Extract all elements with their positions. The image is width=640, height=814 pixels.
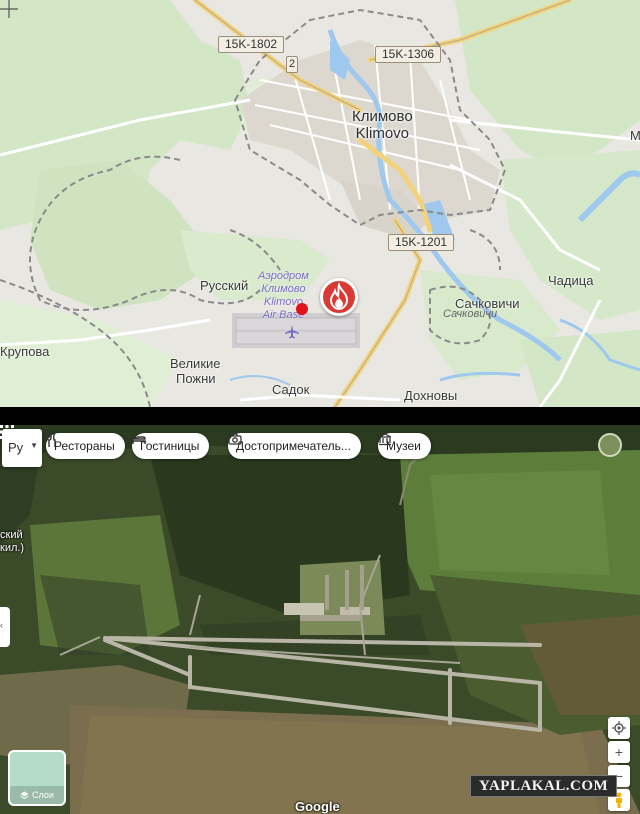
layers-icon bbox=[20, 791, 29, 799]
avatar[interactable] bbox=[598, 433, 622, 457]
crosshair-icon bbox=[0, 0, 18, 18]
my-location-button[interactable] bbox=[608, 717, 630, 739]
chip-hotels-label: Гостиницы bbox=[140, 439, 200, 453]
google-logo: Google bbox=[295, 799, 340, 814]
plus-icon: + bbox=[614, 744, 624, 760]
fork-knife-icon bbox=[46, 433, 56, 447]
chip-hotels[interactable]: Гостиницы bbox=[132, 433, 210, 459]
camera-icon bbox=[228, 433, 242, 445]
layers-caption: Слои bbox=[10, 786, 64, 804]
airplane-icon bbox=[285, 325, 299, 339]
apps-grid-icon[interactable] bbox=[0, 425, 14, 439]
airbase-label-line2: Климово bbox=[261, 283, 306, 295]
satellite-graphics bbox=[0, 425, 640, 814]
place-label-chaditsa[interactable]: Чадица bbox=[548, 273, 593, 288]
city-label-klimovo[interactable]: Климово Klimovo bbox=[352, 108, 413, 142]
target-icon bbox=[612, 721, 626, 735]
place-label-krupovka[interactable]: Крупова bbox=[0, 344, 49, 359]
museum-icon bbox=[378, 433, 392, 446]
watermark: YAPLAKAL.COM bbox=[470, 775, 618, 797]
place-label-edge-m: М bbox=[630, 128, 640, 143]
bed-icon bbox=[132, 434, 146, 444]
place-label-sachkovichi-alt: Сачковичи bbox=[443, 308, 498, 320]
road-shield-15k-1306: 15K-1306 bbox=[375, 46, 442, 63]
fire-icon bbox=[329, 281, 349, 311]
place-label-sadok[interactable]: Садок bbox=[272, 382, 309, 397]
place-label-russky[interactable]: Русский bbox=[200, 278, 248, 293]
place-label-velikie-line2: Пожни bbox=[176, 371, 216, 386]
zoom-in-button[interactable]: + bbox=[608, 741, 630, 763]
collapse-panel-tab[interactable]: ‹ bbox=[0, 607, 10, 647]
edge-place-label-line1: ский bbox=[0, 529, 23, 541]
edge-place-label-line2: кил.) bbox=[0, 542, 25, 554]
chip-attractions[interactable]: Достопримечатель... bbox=[228, 433, 361, 459]
layers-label: Слои bbox=[32, 790, 54, 800]
airbase-label-line1: Аэродром bbox=[258, 270, 309, 282]
place-label-velikie-line1: Великие bbox=[170, 356, 221, 371]
map-type-label: Ру bbox=[8, 440, 24, 455]
chip-restaurants[interactable]: Рестораны bbox=[46, 433, 125, 459]
place-label-velikie[interactable]: Великие Пожни bbox=[170, 356, 221, 386]
chip-attractions-label: Достопримечатель... bbox=[236, 439, 351, 453]
layers-button[interactable]: Слои bbox=[8, 750, 66, 806]
edge-place-label: ский кил.) bbox=[0, 529, 24, 555]
top-map[interactable]: 15K-1802 2 15K-1306 15K-1201 Климово Kli… bbox=[0, 0, 640, 407]
fire-marker[interactable] bbox=[320, 278, 358, 316]
chip-restaurants-label: Рестораны bbox=[54, 439, 115, 453]
location-dot[interactable] bbox=[296, 303, 308, 315]
top-map-graphics bbox=[0, 0, 640, 407]
place-label-dokhnovy[interactable]: Дохновы bbox=[404, 388, 457, 403]
chevron-left-icon: ‹ bbox=[0, 620, 3, 630]
chip-museums[interactable]: Музеи bbox=[378, 433, 431, 459]
road-shield-2: 2 bbox=[286, 56, 299, 73]
city-name-ru: Климово bbox=[352, 108, 413, 125]
city-name-en: Klimovo bbox=[355, 125, 410, 142]
satellite-map[interactable]: Ру ▼ Рестораны Гостиницы Достопримечател… bbox=[0, 425, 640, 814]
road-shield-15k-1201: 15K-1201 bbox=[388, 234, 455, 251]
chevron-down-icon: ▼ bbox=[30, 441, 38, 450]
road-shield-15k-1802: 15K-1802 bbox=[218, 36, 285, 53]
